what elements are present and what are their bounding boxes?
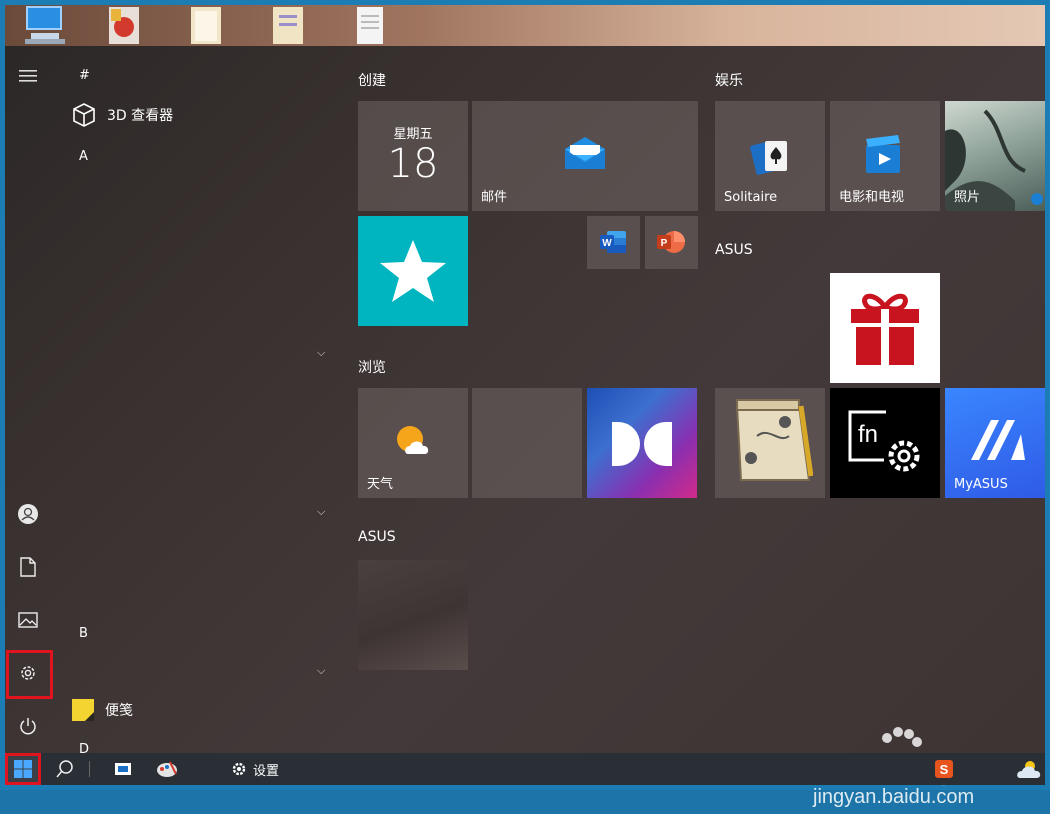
calendar-day: 18 bbox=[387, 141, 439, 187]
asus-gift-tile[interactable] bbox=[830, 273, 940, 383]
photos-tile[interactable]: 照片 bbox=[945, 101, 1045, 211]
group-header-create[interactable]: 创建 bbox=[358, 70, 386, 90]
powerpoint-icon: P bbox=[657, 231, 685, 253]
notepad-icon bbox=[735, 399, 813, 481]
app-3d-viewer[interactable]: 3D 查看器 bbox=[71, 102, 173, 128]
documents-button[interactable] bbox=[5, 544, 51, 590]
app-list: # 3D 查看器 A ⌵ ⌵ B ⌵ 便笺 D bbox=[61, 46, 341, 757]
section-letter[interactable]: B bbox=[79, 626, 88, 641]
computer-icon[interactable] bbox=[17, 5, 69, 46]
myasus-tile[interactable]: MyASUS bbox=[945, 388, 1045, 498]
movies-tv-tile[interactable]: 电影和电视 bbox=[830, 101, 940, 211]
svg-text:W: W bbox=[602, 238, 612, 249]
user-icon bbox=[18, 504, 38, 524]
cube-icon bbox=[73, 103, 95, 127]
calendar-weekday: 星期五 bbox=[393, 127, 433, 142]
weather-tile[interactable]: 天气 bbox=[358, 388, 468, 498]
svg-text:P: P bbox=[661, 238, 668, 249]
search-icon bbox=[56, 760, 73, 778]
mail-icon bbox=[565, 137, 605, 169]
folder-icon[interactable] bbox=[187, 5, 225, 46]
weather-taskbar-button[interactable] bbox=[1013, 753, 1045, 785]
task-view-icon bbox=[115, 763, 131, 775]
pictures-icon bbox=[18, 612, 38, 628]
group-header-entertainment[interactable]: 娱乐 bbox=[715, 70, 743, 90]
section-letter[interactable]: A bbox=[79, 149, 88, 164]
settings-highlight-box bbox=[6, 650, 53, 699]
taskbar: 设置 S bbox=[5, 753, 1045, 785]
start-menu: # 3D 查看器 A ⌵ ⌵ B ⌵ 便笺 D 创建 娱乐 ASUS 浏览 AS… bbox=[5, 46, 1045, 808]
solitaire-tile[interactable]: Solitaire bbox=[715, 101, 825, 211]
tile-label: 电影和电视 bbox=[839, 190, 905, 205]
power-icon bbox=[20, 718, 36, 735]
tile-label: 照片 bbox=[954, 190, 981, 205]
hamburger-button[interactable] bbox=[5, 53, 51, 99]
myasus-logo-icon bbox=[971, 420, 1025, 460]
powerpoint-tile[interactable]: P bbox=[645, 216, 698, 269]
hamburger-icon bbox=[19, 70, 37, 82]
paint-icon bbox=[157, 761, 177, 777]
folder-icon[interactable] bbox=[269, 5, 307, 46]
app-sticky-notes[interactable]: 便笺 bbox=[71, 698, 133, 722]
document-icon[interactable] bbox=[351, 5, 389, 46]
paint-app-button[interactable] bbox=[149, 753, 185, 785]
sticky-note-icon bbox=[72, 699, 94, 721]
task-view-button[interactable] bbox=[105, 753, 141, 785]
star-icon bbox=[380, 240, 446, 302]
featured-app-tile[interactable] bbox=[358, 216, 468, 326]
settings-taskbar-label: 设置 bbox=[253, 763, 280, 779]
watermark-url: jingyan.baidu.com bbox=[813, 786, 975, 808]
tile-label: MyASUS bbox=[954, 477, 1008, 492]
search-button[interactable] bbox=[45, 753, 85, 785]
gift-icon bbox=[851, 293, 919, 365]
taskbar-divider bbox=[89, 761, 90, 777]
film-icon bbox=[866, 135, 900, 173]
start-rail bbox=[5, 46, 53, 753]
sogou-ime-icon: S bbox=[935, 760, 953, 778]
tile-label: 天气 bbox=[367, 477, 394, 492]
section-letter[interactable]: # bbox=[79, 68, 90, 83]
svg-text:fn: fn bbox=[858, 421, 878, 448]
dolby-tile[interactable] bbox=[587, 388, 697, 498]
mail-tile[interactable]: 邮件 bbox=[472, 101, 698, 211]
fn-settings-icon: fn bbox=[848, 410, 920, 472]
gear-icon bbox=[232, 762, 246, 776]
function-key-tile[interactable]: fn bbox=[830, 388, 940, 498]
weather-cloud-icon bbox=[1017, 761, 1041, 778]
group-header-asus[interactable]: ASUS bbox=[715, 242, 753, 258]
power-button[interactable] bbox=[5, 703, 51, 749]
start-highlight-box bbox=[5, 753, 41, 785]
tile-label: 邮件 bbox=[481, 190, 508, 205]
ime-button[interactable]: S bbox=[929, 753, 959, 785]
chevron-down-icon[interactable]: ⌵ bbox=[317, 505, 325, 519]
user-button[interactable] bbox=[5, 491, 51, 537]
word-tile[interactable]: W bbox=[587, 216, 640, 269]
document-icon bbox=[20, 557, 36, 577]
dolby-icon bbox=[612, 422, 672, 466]
group-header-asus-2[interactable]: ASUS bbox=[358, 529, 396, 545]
pictures-button[interactable] bbox=[5, 597, 51, 643]
settings-taskbar-item[interactable]: 设置 bbox=[231, 753, 321, 785]
word-icon: W bbox=[600, 231, 626, 253]
calendar-tile[interactable]: 星期五 18 bbox=[358, 101, 468, 211]
sun-cloud-icon bbox=[397, 426, 429, 454]
asus-guide-tile[interactable] bbox=[715, 388, 825, 498]
cards-icon bbox=[750, 141, 787, 175]
group-header-browse[interactable]: 浏览 bbox=[358, 357, 386, 377]
app-label: 便笺 bbox=[105, 703, 133, 719]
desktop-background bbox=[5, 5, 1045, 46]
svg-text:S: S bbox=[940, 762, 949, 777]
app-label: 3D 查看器 bbox=[107, 108, 174, 124]
chevron-down-icon[interactable]: ⌵ bbox=[317, 664, 325, 678]
tile-label: Solitaire bbox=[724, 190, 778, 205]
asus-app-tile[interactable] bbox=[358, 560, 468, 670]
chevron-down-icon[interactable]: ⌵ bbox=[317, 346, 325, 360]
wps-app-icon[interactable] bbox=[105, 5, 143, 46]
blank-tile[interactable] bbox=[472, 388, 582, 498]
